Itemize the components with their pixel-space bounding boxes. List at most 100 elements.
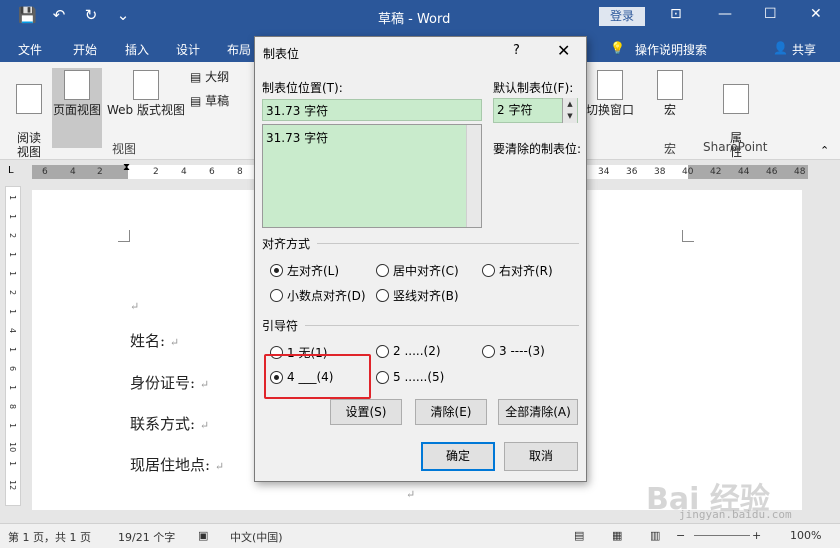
- zoom-in-icon[interactable]: +: [752, 529, 761, 542]
- close-icon[interactable]: ✕: [557, 41, 570, 60]
- clear-button[interactable]: 清除(E): [415, 399, 487, 425]
- radio-circle: [270, 264, 283, 277]
- cancel-button[interactable]: 取消: [504, 442, 578, 471]
- clear-all-button[interactable]: 全部清除(A): [498, 399, 578, 425]
- word-count[interactable]: 19/21 个字: [118, 529, 175, 545]
- tab-file[interactable]: 文件: [18, 41, 42, 58]
- doc-line-name[interactable]: 姓名: ↵: [130, 330, 179, 351]
- tab-design[interactable]: 设计: [176, 41, 200, 58]
- align-center-radio[interactable]: 居中对齐(C): [376, 262, 459, 279]
- share-button[interactable]: 共享: [792, 41, 816, 58]
- dialog-title: 制表位: [263, 47, 300, 61]
- collapse-ribbon-icon[interactable]: ⌃: [820, 144, 829, 157]
- outline-button[interactable]: ▤ 大纲: [190, 70, 229, 84]
- ruler-tick: 8: [237, 167, 243, 177]
- language[interactable]: 中文(中国): [230, 529, 283, 545]
- switch-window-button[interactable]: 切换窗口: [586, 70, 634, 117]
- tab-home[interactable]: 开始: [73, 41, 97, 58]
- print-layout-icon[interactable]: ▦: [612, 529, 622, 542]
- help-icon[interactable]: ?: [513, 43, 520, 58]
- document-title: 草稿 - Word: [378, 12, 451, 27]
- zoom-level[interactable]: 100%: [790, 529, 821, 542]
- radio-circle: [376, 370, 389, 384]
- minimize-icon[interactable]: —: [718, 6, 732, 22]
- windows-icon: [597, 70, 623, 100]
- spin-updown-icon[interactable]: ▲ ▼: [562, 98, 577, 123]
- zoom-out-icon[interactable]: −: [676, 529, 685, 542]
- read-mode-icon[interactable]: ▤: [574, 529, 584, 542]
- page-view-label: 页面视图: [52, 103, 101, 117]
- zoom-slider[interactable]: [694, 535, 750, 536]
- web-view-button[interactable]: Web 版式视图: [106, 70, 186, 117]
- ok-button[interactable]: 确定: [421, 442, 495, 471]
- vertical-ruler-tick: 1: [8, 423, 17, 429]
- set-button[interactable]: 设置(S): [330, 399, 402, 425]
- radio-circle: [482, 344, 495, 358]
- vertical-ruler-tick: 2: [8, 233, 17, 239]
- doc-line-id[interactable]: 身份证号: ↵: [130, 372, 209, 393]
- align-right-radio[interactable]: 右对齐(R): [482, 262, 553, 279]
- tab-position-list[interactable]: 31.73 字符: [262, 124, 482, 228]
- paragraph-mark: ↵: [214, 460, 225, 473]
- vertical-ruler-tick: 6: [8, 366, 17, 372]
- list-scrollbar[interactable]: [466, 125, 481, 227]
- tab-layout[interactable]: 布局: [227, 41, 251, 58]
- align-left-radio[interactable]: 左对齐(L): [270, 262, 339, 279]
- tab-position-input[interactable]: 31.73 字符: [262, 99, 482, 121]
- doc-line-address[interactable]: 现居住地点: ↵: [130, 454, 224, 475]
- page-count[interactable]: 第 1 页，共 1 页: [8, 529, 91, 545]
- login-button[interactable]: 登录: [599, 7, 645, 26]
- radio-label: 小数点对齐(D): [287, 289, 366, 303]
- align-bar-radio[interactable]: 竖线对齐(B): [376, 287, 459, 304]
- indent-marker-icon[interactable]: ⧗: [123, 162, 130, 173]
- read-mode-button[interactable]: 阅读 视图: [10, 70, 48, 159]
- separator: [317, 243, 579, 244]
- radio-label: 2 .....(2): [393, 344, 441, 358]
- tabs-to-clear-label: 要清除的制表位:: [493, 142, 582, 156]
- vertical-ruler-tick: 8: [8, 404, 17, 410]
- proofing-icon[interactable]: ▣: [198, 529, 208, 542]
- default-tab-value: 2 字符: [497, 103, 533, 117]
- vertical-ruler[interactable]: 1 1 2 1 1 2 1 4 1 6 1 8 1 10 1 12: [5, 186, 21, 506]
- group-view-label: 视图: [112, 142, 137, 156]
- save-icon[interactable]: 💾: [18, 6, 37, 24]
- vertical-ruler-tick: 2: [8, 290, 17, 296]
- macro-button[interactable]: 宏: [652, 70, 688, 117]
- doc-line-contact[interactable]: 联系方式: ↵: [130, 413, 209, 434]
- radio-circle: [270, 289, 283, 302]
- leader-dash-radio[interactable]: 3 ----(3): [482, 344, 545, 358]
- user-icon: 👤: [773, 41, 788, 55]
- leader-dots-radio[interactable]: 2 .....(2): [376, 344, 441, 358]
- quick-access-toolbar: 💾 ↶ ↻ ⌄: [18, 6, 132, 24]
- ruler-tick: 6: [42, 167, 48, 177]
- vertical-ruler-tick: 1: [8, 214, 17, 220]
- default-tab-input[interactable]: 2 字符 ▲ ▼: [493, 98, 578, 123]
- maximize-icon[interactable]: ☐: [764, 6, 777, 22]
- tabs-dialog: 制表位 ? ✕ 制表位位置(T): 31.73 字符 31.73 字符 默认制表…: [254, 36, 587, 482]
- tab-selector-icon[interactable]: L: [8, 165, 14, 176]
- radio-label: 右对齐(R): [499, 264, 553, 278]
- ruler-tick: 40: [682, 167, 694, 177]
- draft-label: 草稿: [205, 94, 230, 108]
- web-layout-icon[interactable]: ▥: [650, 529, 660, 542]
- draft-button[interactable]: ▤ 草稿: [190, 94, 229, 108]
- tell-me-search[interactable]: 操作说明搜索: [635, 41, 707, 58]
- vertical-ruler-tick: 1: [8, 461, 17, 467]
- tab-insert[interactable]: 插入: [125, 41, 149, 58]
- switch-window-label: 切换窗口: [586, 103, 635, 117]
- tab-position-label: 制表位位置(T):: [262, 81, 343, 95]
- margin-corner: [118, 230, 130, 242]
- page-view-button[interactable]: 页面视图: [52, 68, 102, 148]
- page-icon: [64, 70, 90, 100]
- book-icon: [16, 84, 42, 114]
- redo-icon[interactable]: ↻: [82, 6, 100, 24]
- close-window-icon[interactable]: ✕: [810, 6, 822, 22]
- customize-qat-icon[interactable]: ⌄: [114, 6, 132, 24]
- ruler-tick: 6: [209, 167, 215, 177]
- ribbon-display-icon[interactable]: ⊡: [670, 6, 682, 22]
- separator: [305, 325, 579, 326]
- undo-icon[interactable]: ↶: [50, 6, 68, 24]
- align-decimal-radio[interactable]: 小数点对齐(D): [270, 287, 366, 304]
- list-item[interactable]: 31.73 字符: [266, 129, 478, 146]
- leader-middot-radio[interactable]: 5 ......(5): [376, 370, 444, 384]
